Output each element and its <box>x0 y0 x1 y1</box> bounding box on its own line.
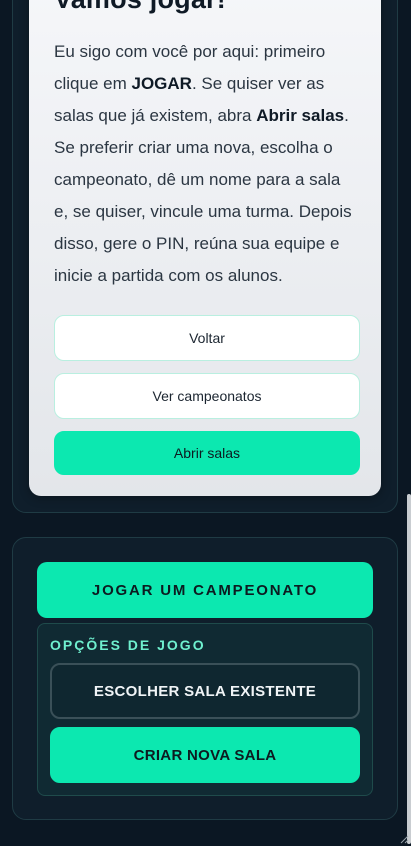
game-options-label: OPÇÕES DE JOGO <box>50 637 206 653</box>
create-new-room-button[interactable]: CRIAR NOVA SALA <box>50 727 360 783</box>
page: Vamos jogar! Eu sigo com você por aqui: … <box>0 0 411 846</box>
tutorial-text: Eu sigo com você por aqui: primeiro cliq… <box>54 36 358 292</box>
tutorial-text-bold: JOGAR <box>131 74 192 93</box>
back-button[interactable]: Voltar <box>54 315 360 361</box>
play-championship-button[interactable]: JOGAR UM CAMPEONATO <box>37 562 373 618</box>
open-rooms-button[interactable]: Abrir salas <box>54 431 360 475</box>
tutorial-text-segment: . Se preferir criar uma nova, escolha o … <box>54 106 352 285</box>
view-championships-button[interactable]: Ver campeonatos <box>54 373 360 419</box>
tutorial-text-bold: Abrir salas <box>256 106 345 125</box>
tutorial-card: Vamos jogar! Eu sigo com você por aqui: … <box>29 0 381 496</box>
tutorial-title: Vamos jogar! <box>54 0 226 15</box>
choose-existing-room-button[interactable]: ESCOLHER SALA EXISTENTE <box>50 663 360 719</box>
scrollbar[interactable] <box>407 494 411 844</box>
resize-grip-icon[interactable] <box>399 834 409 844</box>
